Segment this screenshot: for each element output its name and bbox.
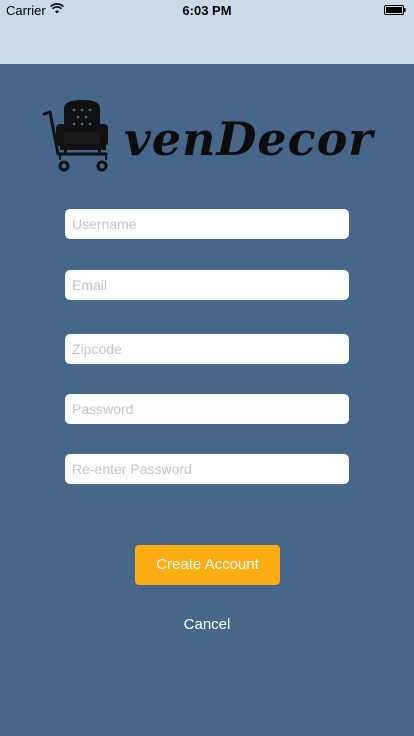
email-field[interactable] xyxy=(65,270,349,300)
create-account-button[interactable]: Create Account xyxy=(135,545,280,585)
cancel-button[interactable]: Cancel xyxy=(157,612,257,636)
status-bar: Carrier 6:03 PM xyxy=(0,0,414,20)
battery-icon xyxy=(384,5,406,15)
signup-screen: Carrier 6:03 PM venDecor Username Email … xyxy=(0,0,414,736)
password-field[interactable] xyxy=(65,394,349,424)
reenter-password-field[interactable] xyxy=(65,454,349,484)
brand-name: venDecor xyxy=(124,112,374,166)
username-field[interactable] xyxy=(65,209,349,239)
zipcode-field[interactable] xyxy=(65,334,349,364)
clock-label: 6:03 PM xyxy=(182,3,232,18)
brand-logo: venDecor xyxy=(42,98,374,176)
armchair-cart-icon xyxy=(42,100,108,172)
